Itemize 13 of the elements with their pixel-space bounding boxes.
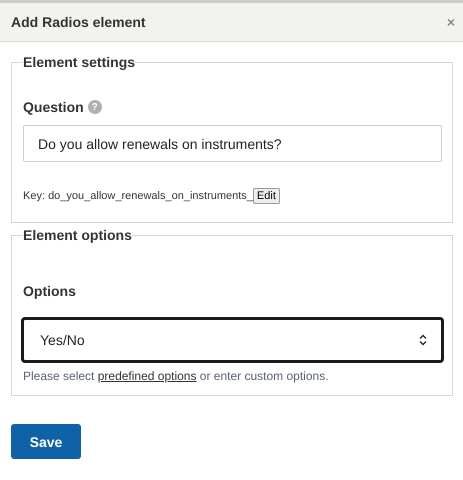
- key-text: Key: do_you_allow_renewals_on_instruments_: [23, 190, 253, 202]
- hint-text: Please select predefined options or enter custom options.: [23, 369, 330, 383]
- save-button[interactable]: Save: [11, 424, 81, 459]
- predefined-options-link[interactable]: predefined options: [98, 369, 196, 383]
- options-select[interactable]: Yes/No: [21, 317, 444, 363]
- fieldset-legend: Element settings: [23, 54, 136, 70]
- question-field[interactable]: Do you allow renewals on instruments?: [23, 125, 442, 162]
- field-label: Question: [23, 99, 84, 115]
- chevron-icon: [419, 334, 427, 346]
- field-label: Options: [23, 283, 76, 299]
- edit-button[interactable]: Edit: [252, 188, 280, 204]
- fieldset-legend: Element options: [23, 227, 132, 243]
- dialog-title: Add Radios element: [11, 14, 146, 30]
